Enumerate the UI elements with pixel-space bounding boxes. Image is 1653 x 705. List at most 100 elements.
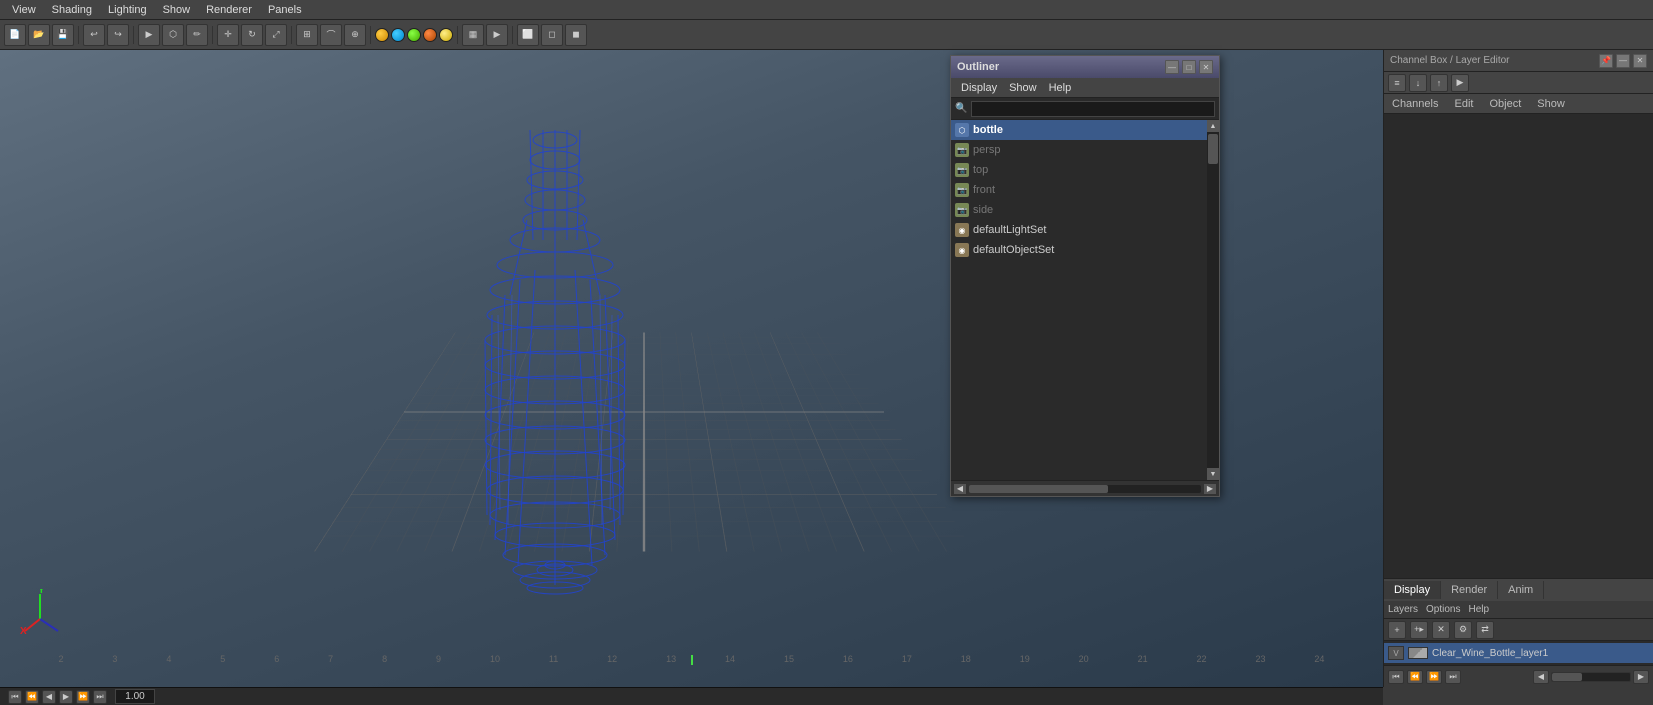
color-ball-2[interactable]: [391, 28, 405, 42]
h-scroll-right[interactable]: ▶: [1633, 670, 1649, 684]
layer-submenu-help[interactable]: Help: [1468, 604, 1489, 615]
tab-object[interactable]: Object: [1485, 96, 1525, 112]
layer-tab-render[interactable]: Render: [1441, 581, 1498, 599]
wireframe-button[interactable]: ⬜: [517, 24, 539, 46]
pb-play[interactable]: ▶: [59, 690, 73, 704]
snap-grid-button[interactable]: ⊞: [296, 24, 318, 46]
tab-show[interactable]: Show: [1533, 96, 1569, 112]
pb-next-frame[interactable]: ⏩: [76, 690, 90, 704]
menu-shading[interactable]: Shading: [44, 2, 100, 18]
new-file-button[interactable]: 📄: [4, 24, 26, 46]
outliner-item-6[interactable]: ◉defaultObjectSet: [951, 240, 1219, 260]
select-button[interactable]: ▶: [1451, 74, 1469, 92]
outliner-h-scroll-thumb: [969, 485, 1108, 493]
paint-select-button[interactable]: ✏: [186, 24, 208, 46]
menu-show[interactable]: Show: [155, 2, 199, 18]
goto-start-button[interactable]: ⏮: [1388, 670, 1404, 684]
h-scroll-track[interactable]: [1551, 672, 1631, 682]
outliner-menu-help[interactable]: Help: [1043, 80, 1078, 96]
render-region-button[interactable]: ▦: [462, 24, 484, 46]
outliner-item-2[interactable]: 📷top: [951, 160, 1219, 180]
outliner-min-button[interactable]: —: [1165, 60, 1179, 74]
move-tool-button[interactable]: ✛: [217, 24, 239, 46]
snap-point-button[interactable]: ⊕: [344, 24, 366, 46]
layer-connect-button[interactable]: ⇄: [1476, 621, 1494, 639]
ruler-num-17: 17: [902, 654, 912, 664]
outliner-max-button[interactable]: □: [1182, 60, 1196, 74]
outliner-item-label-1: persp: [973, 144, 1001, 156]
menu-renderer[interactable]: Renderer: [198, 2, 260, 18]
layer-submenu-layers[interactable]: Layers: [1388, 604, 1418, 615]
right-panel-close-button[interactable]: ✕: [1633, 54, 1647, 68]
save-file-button[interactable]: 💾: [52, 24, 74, 46]
outliner-scroll-thumb: [1208, 134, 1218, 164]
channel-list-button[interactable]: ≡: [1388, 74, 1406, 92]
outliner-scroll-down[interactable]: ▼: [1207, 468, 1219, 480]
outliner-item-1[interactable]: 📷persp: [951, 140, 1219, 160]
show-inputs-button[interactable]: ↓: [1409, 74, 1427, 92]
layer-editor-main-tabs: Display Render Anim: [1384, 579, 1653, 601]
outliner-item-0[interactable]: ⬡bottle: [951, 120, 1219, 140]
outliner-scroll-up[interactable]: ▲: [1207, 120, 1219, 132]
redo-button[interactable]: ↪: [107, 24, 129, 46]
outliner-menu-display[interactable]: Display: [955, 80, 1003, 96]
color-ball-3[interactable]: [407, 28, 421, 42]
step-forward-button[interactable]: ⏩: [1426, 670, 1442, 684]
scale-tool-button[interactable]: ⤢: [265, 24, 287, 46]
color-ball-1[interactable]: [375, 28, 389, 42]
tab-channels[interactable]: Channels: [1388, 96, 1442, 112]
pb-goto-start[interactable]: ⏮: [8, 690, 22, 704]
xray-button[interactable]: ◻: [541, 24, 563, 46]
outliner-scroll-track[interactable]: [1207, 132, 1219, 468]
undo-button[interactable]: ↩: [83, 24, 105, 46]
layer-options-button[interactable]: ⚙: [1454, 621, 1472, 639]
step-back-button[interactable]: ⏪: [1407, 670, 1423, 684]
layer-item-0[interactable]: V Clear_Wine_Bottle_layer1: [1384, 643, 1653, 663]
menu-panels[interactable]: Panels: [260, 2, 310, 18]
goto-end-button[interactable]: ⏭: [1445, 670, 1461, 684]
ruler-num-23: 23: [1255, 654, 1265, 664]
pb-play-back[interactable]: ◀: [42, 690, 56, 704]
outliner-item-5[interactable]: ◉defaultLightSet: [951, 220, 1219, 240]
right-panel-min-button[interactable]: —: [1616, 54, 1630, 68]
pb-goto-end[interactable]: ⏭: [93, 690, 107, 704]
rotate-tool-button[interactable]: ↻: [241, 24, 263, 46]
outliner-item-3[interactable]: 📷front: [951, 180, 1219, 200]
h-scroll-left[interactable]: ◀: [1533, 670, 1549, 684]
outliner-close-button[interactable]: ✕: [1199, 60, 1213, 74]
render-button[interactable]: ▶: [486, 24, 508, 46]
layer-editor-footer: ⏮ ⏪ ⏩ ⏭ ◀ ▶: [1384, 665, 1653, 687]
color-ball-5[interactable]: [439, 28, 453, 42]
lasso-tool-button[interactable]: ⬡: [162, 24, 184, 46]
tab-edit[interactable]: Edit: [1450, 96, 1477, 112]
open-file-button[interactable]: 📂: [28, 24, 50, 46]
ruler-num-13: 13: [666, 654, 676, 664]
layer-tab-display[interactable]: Display: [1384, 581, 1441, 599]
snap-curve-button[interactable]: ⌒: [320, 24, 342, 46]
select-tool-button[interactable]: ▶: [138, 24, 160, 46]
main-layout: .wire { stroke: #2244cc; fill: none; str…: [0, 50, 1653, 687]
frame-display[interactable]: 1.00: [115, 689, 155, 704]
outliner-item-4[interactable]: 📷side: [951, 200, 1219, 220]
search-input[interactable]: [971, 101, 1215, 117]
right-panel-pin-button[interactable]: 📌: [1599, 54, 1613, 68]
new-layer-button[interactable]: +: [1388, 621, 1406, 639]
svg-text:X: X: [20, 626, 27, 634]
smooth-button[interactable]: ◼: [565, 24, 587, 46]
layer-vis-btn-0[interactable]: V: [1388, 646, 1404, 660]
show-outputs-button[interactable]: ↑: [1430, 74, 1448, 92]
color-ball-4[interactable]: [423, 28, 437, 42]
toolbar: 📄 📂 💾 ↩ ↪ ▶ ⬡ ✏ ✛ ↻ ⤢ ⊞ ⌒ ⊕ ▦ ▶ ⬜ ◻ ◼: [0, 20, 1653, 50]
menu-lighting[interactable]: Lighting: [100, 2, 155, 18]
menu-view[interactable]: View: [4, 2, 44, 18]
toolbar-sep-7: [512, 26, 513, 44]
layer-submenu-options[interactable]: Options: [1426, 604, 1460, 615]
new-layer-sel-button[interactable]: +▸: [1410, 621, 1428, 639]
outliner-menu-show[interactable]: Show: [1003, 80, 1043, 96]
outliner-h-scroll-track[interactable]: [969, 485, 1201, 493]
delete-layer-button[interactable]: ✕: [1432, 621, 1450, 639]
layer-tab-anim[interactable]: Anim: [1498, 581, 1544, 599]
pb-prev-frame[interactable]: ⏪: [25, 690, 39, 704]
outliner-h-scroll-right[interactable]: ▶: [1203, 483, 1217, 495]
outliner-h-scroll-left[interactable]: ◀: [953, 483, 967, 495]
